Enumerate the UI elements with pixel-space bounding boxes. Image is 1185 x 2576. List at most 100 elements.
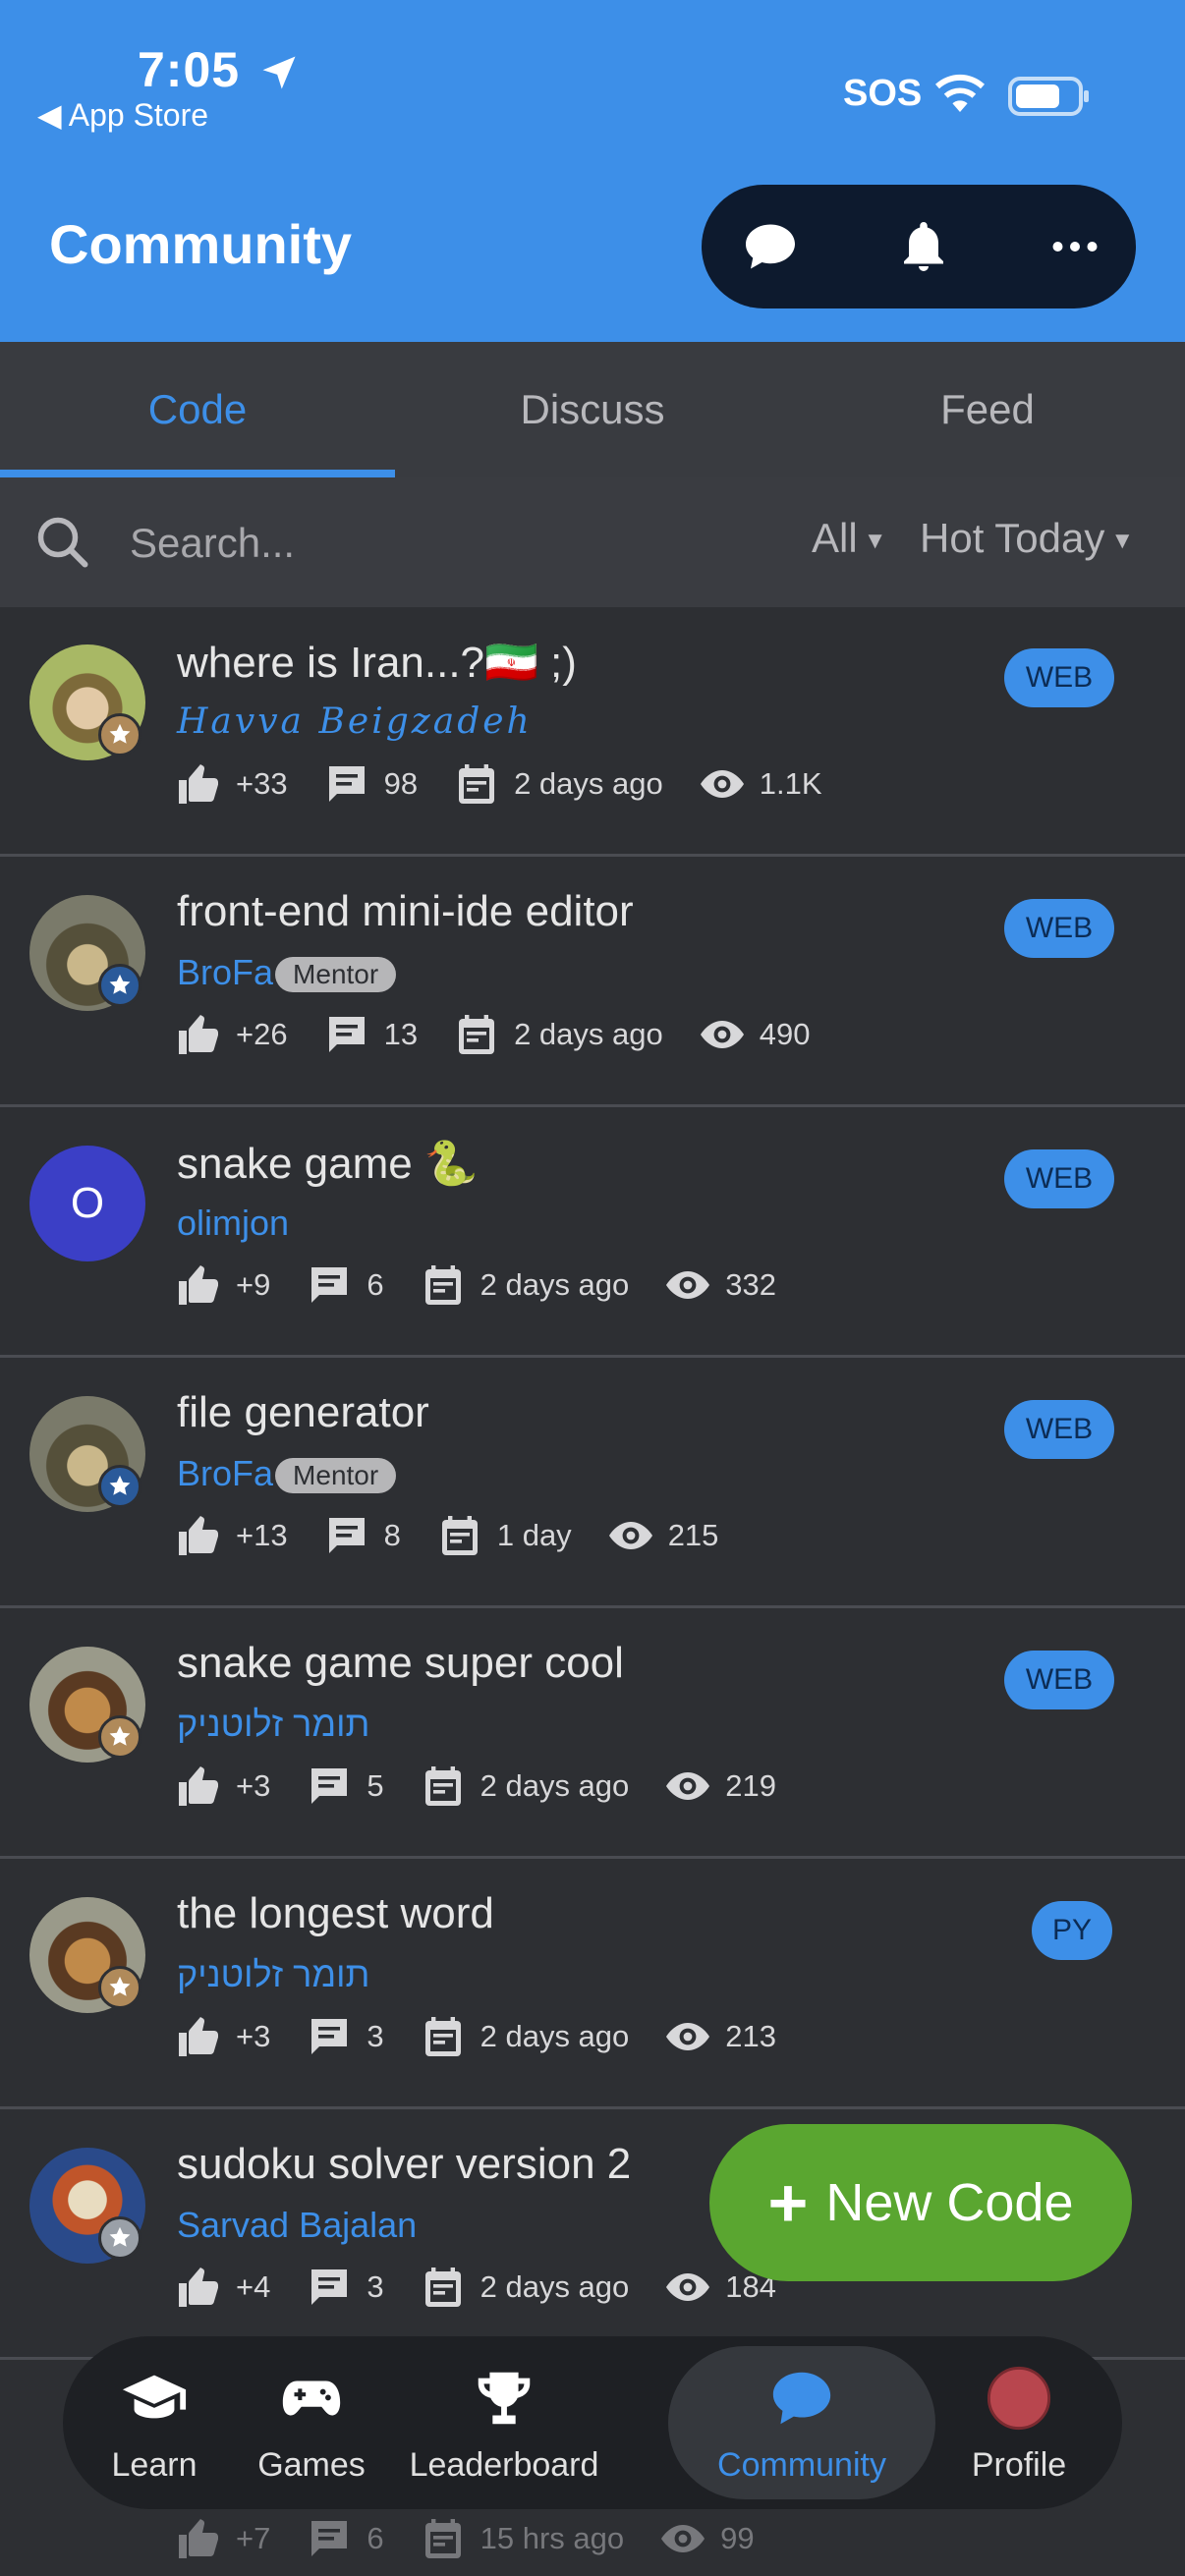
thumbs-up-icon[interactable] [175, 1512, 222, 1559]
code-title[interactable]: file generator [177, 1388, 429, 1437]
bell-icon[interactable] [894, 217, 953, 276]
tab-discuss[interactable]: Discuss [395, 342, 790, 477]
code-title[interactable]: snake game 🐍 [177, 1138, 479, 1189]
item-stats: +9 6 2 days ago 332 [175, 1256, 812, 1315]
sort-filter-dropdown[interactable]: Hot Today ▼ [920, 515, 1134, 562]
avatar[interactable]: O [29, 1146, 145, 1261]
author-name[interactable]: Sarvad Bajalan [177, 2205, 417, 2246]
comments-count: 5 [367, 1768, 384, 1803]
nav-learn[interactable]: Learn [83, 2336, 226, 2509]
back-to-app-store[interactable]: ◀ App Store [37, 96, 208, 134]
likes-count: +9 [236, 1267, 271, 1302]
chat-icon[interactable] [741, 217, 800, 276]
author-name[interactable]: תומר זלוטניק [177, 1704, 369, 1745]
author-name-row[interactable]: BroFa Mentor [177, 952, 397, 993]
eye-icon [699, 760, 746, 808]
date-text: 2 days ago [480, 2269, 630, 2304]
star-badge-icon [98, 2216, 141, 2260]
language-filter-value: All [812, 515, 858, 561]
mentor-badge: Mentor [275, 957, 397, 993]
eye-icon [699, 1011, 746, 1058]
date-text: 2 days ago [480, 1768, 630, 1803]
eye-icon [607, 1512, 654, 1559]
date-text: 2 days ago [480, 2019, 630, 2053]
tab-feed[interactable]: Feed [790, 342, 1185, 477]
location-arrow-icon [262, 56, 296, 89]
profile-avatar [987, 2366, 1051, 2431]
calendar-icon [453, 760, 500, 808]
comment-icon [323, 760, 370, 808]
more-icon[interactable] [1045, 217, 1104, 276]
comment-icon [306, 2013, 353, 2060]
eye-icon [664, 1763, 711, 1810]
thumbs-up-icon[interactable] [175, 2013, 222, 2060]
nav-leaderboard[interactable]: Leaderboard [397, 2336, 611, 2509]
author-name[interactable]: BroFa [177, 952, 273, 992]
new-code-label: New Code [825, 2173, 1074, 2232]
date-text: 15 hrs ago [480, 2521, 625, 2555]
calendar-icon [420, 2013, 467, 2060]
thumbs-up-icon[interactable] [175, 760, 222, 808]
list-item[interactable]: O snake game 🐍 olimjon WEB +9 6 2 days a… [0, 1108, 1185, 1358]
nav-games[interactable]: Games [240, 2336, 383, 2509]
page-title: Community [49, 213, 352, 275]
code-title[interactable]: where is Iran...?🇮🇷 ;) [177, 637, 577, 688]
thumbs-up-icon[interactable] [175, 1011, 222, 1058]
code-title[interactable]: snake game super cool [177, 1639, 624, 1688]
code-title[interactable]: the longest word [177, 1889, 494, 1938]
new-code-button[interactable]: + New Code [709, 2124, 1132, 2281]
comments-count: 6 [367, 1267, 384, 1302]
header-actions [702, 185, 1136, 308]
code-title[interactable]: sudoku solver version 2 [177, 2140, 631, 2189]
list-item[interactable]: front-end mini-ide editor BroFa Mentor WE… [0, 858, 1185, 1107]
tab-code[interactable]: Code [0, 342, 395, 477]
author-name[interactable]: Havva Beigzadeh [177, 701, 533, 742]
thumbs-up-icon[interactable] [175, 1261, 222, 1309]
calendar-icon [420, 2264, 467, 2311]
comment-icon [306, 2515, 353, 2562]
author-name[interactable]: olimjon [177, 1203, 289, 1244]
author-name-row[interactable]: BroFa Mentor [177, 1453, 397, 1494]
likes-count: +4 [236, 2269, 271, 2304]
author-name[interactable]: תומר זלוטניק [177, 1954, 369, 1995]
bottom-navigation: Learn Games Leaderboard Community Profil… [63, 2336, 1122, 2509]
code-title[interactable]: front-end mini-ide editor [177, 887, 634, 936]
comment-icon [306, 1261, 353, 1309]
author-name[interactable]: BroFa [177, 1453, 273, 1493]
mentor-badge: Mentor [275, 1458, 397, 1494]
comment-icon [306, 1763, 353, 1810]
date-text: 2 days ago [514, 1017, 663, 1051]
thumbs-up-icon[interactable] [175, 2264, 222, 2311]
status-time: 7:05 [138, 42, 241, 97]
nav-community[interactable]: Community [668, 2346, 935, 2499]
search-bar: All▼ Hot Today▼ [0, 477, 1185, 607]
likes-count: +33 [236, 766, 288, 801]
thumbs-up-icon[interactable] [175, 1763, 222, 1810]
list-item[interactable]: where is Iran...?🇮🇷 ;) Havva Beigzadeh W… [0, 607, 1185, 857]
star-badge-icon [98, 964, 141, 1007]
calendar-icon [420, 2515, 467, 2562]
list-item[interactable]: file generator BroFa Mentor WEB +13 8 1 d… [0, 1359, 1185, 1608]
list-item[interactable]: snake game super cool תומר זלוטניק WEB +… [0, 1609, 1185, 1859]
comments-count: 98 [383, 766, 419, 801]
item-stats: +3 3 2 days ago 213 [175, 2007, 812, 2066]
list-item[interactable]: the longest word תומר זלוטניק PY +3 3 2 … [0, 1860, 1185, 2109]
likes-count: +26 [236, 1017, 288, 1051]
comment-icon [323, 1512, 370, 1559]
eye-icon [664, 2013, 711, 2060]
nav-label: Leaderboard [409, 2446, 599, 2484]
thumbs-up-icon[interactable] [175, 2515, 222, 2562]
plus-icon: + [767, 2164, 809, 2241]
item-stats: +26 13 2 days ago 490 [175, 1005, 845, 1064]
search-input[interactable] [128, 507, 761, 580]
item-stats: +3 5 2 days ago 219 [175, 1757, 812, 1816]
nav-label: Games [257, 2446, 366, 2484]
comments-count: 3 [367, 2269, 384, 2304]
language-filter-dropdown[interactable]: All ▼ [812, 515, 886, 562]
nav-profile[interactable]: Profile [947, 2336, 1091, 2509]
comment-icon [323, 1011, 370, 1058]
star-badge-icon [98, 1966, 141, 2009]
status-sos: SOS [843, 73, 923, 114]
date-text: 2 days ago [514, 766, 663, 801]
likes-count: +3 [236, 1768, 271, 1803]
